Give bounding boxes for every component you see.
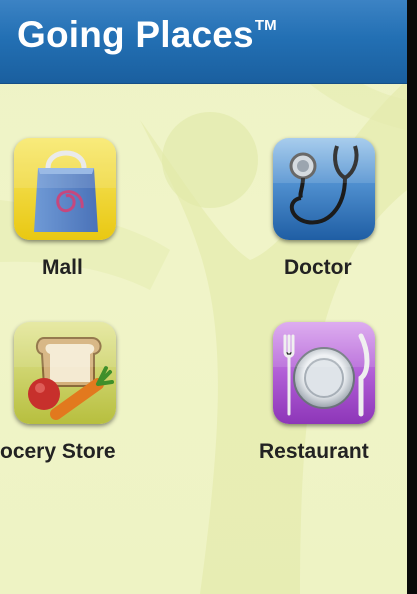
- app-label-doctor[interactable]: Doctor: [284, 256, 352, 280]
- app-label-mall[interactable]: Mall: [42, 256, 83, 280]
- app-label-grocery-store[interactable]: ocery Store: [0, 440, 116, 464]
- groceries-icon[interactable]: [14, 322, 116, 424]
- stethoscope-icon[interactable]: [273, 138, 375, 240]
- app-screen: Going PlacesTM Mall Doctor ocery Store R…: [0, 0, 407, 594]
- screen-border: [407, 0, 417, 594]
- app-title: Going PlacesTM: [17, 14, 277, 55]
- trademark-mark: TM: [254, 17, 277, 34]
- app-label-restaurant[interactable]: Restaurant: [259, 440, 369, 464]
- shopping-bag-icon[interactable]: [14, 138, 116, 240]
- background-figure-graphic: [0, 20, 407, 594]
- plate-icon[interactable]: [273, 322, 375, 424]
- title-bar: Going PlacesTM: [0, 0, 407, 83]
